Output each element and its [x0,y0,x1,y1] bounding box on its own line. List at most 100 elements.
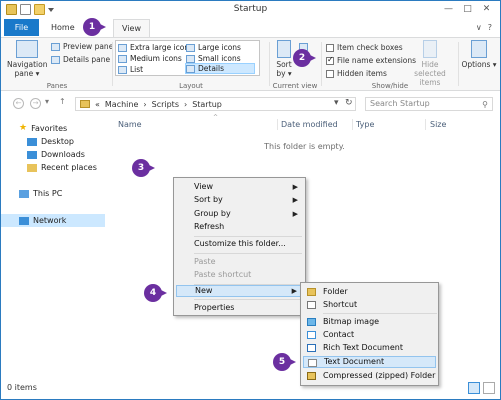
menu-item-view[interactable]: View ▶ [176,181,303,193]
navigation-pane-button[interactable]: Navigation pane ▾ [7,40,47,78]
panes-group-label: Panes [46,82,68,90]
preview-pane-button[interactable]: Preview pane [51,41,113,52]
menu-separator [194,253,302,254]
layout-large-icons[interactable]: Large icons [186,42,241,53]
small-icons-icon [186,54,195,63]
menu-item-view-label: View [194,182,213,191]
large-icons-view-icon[interactable] [483,382,495,394]
recent-locations-icon[interactable]: ▾ [45,97,49,106]
address-bar[interactable]: « Machine › Scripts › Startup [75,97,356,111]
breadcrumb-startup[interactable]: Startup [192,100,222,109]
forward-button[interactable]: → [30,98,41,109]
new-shortcut-item[interactable]: Shortcut [303,299,436,311]
sort-by-button[interactable]: Sort by ▾ [273,40,295,78]
computer-icon [19,189,29,198]
new-folder-item[interactable]: Folder [303,286,436,298]
nav-item-network[interactable]: Network [1,214,105,227]
explorer-window: Startup — □ ✕ File Home View ∨ ? Navigat… [0,0,501,400]
tab-view[interactable]: View [113,19,150,38]
preview-pane-icon [51,42,60,51]
hide-selected-items-button[interactable]: Hide selected items [410,40,450,87]
step-badge-1: 1 [83,18,109,36]
menu-item-new-label: New [195,286,213,295]
column-header-type[interactable]: Type [356,120,374,129]
medium-icons-label: Medium icons [130,54,182,63]
new-contact-item[interactable]: Contact [303,329,436,341]
breadcrumb-machine[interactable]: Machine [105,100,139,109]
layout-extra-large-icons[interactable]: Extra large icons [118,42,193,53]
up-button[interactable]: ↑ [59,97,66,106]
column-header-name[interactable]: Name [118,120,142,129]
column-header-date-modified[interactable]: Date modified [281,120,338,129]
nav-item-recent-places[interactable]: Recent places [27,163,97,172]
downloads-icon [27,150,37,159]
hidden-items-toggle[interactable]: Hidden items [326,68,387,79]
shortcut-icon [307,301,316,309]
details-pane-button[interactable]: Details pane [51,54,110,65]
menu-separator [323,313,437,314]
nav-item-favorites[interactable]: ★ Favorites [19,123,67,133]
nav-item-downloads[interactable]: Downloads [27,150,85,159]
large-icons-icon [186,43,195,52]
breadcrumb-separator-icon[interactable]: › [143,100,146,109]
new-bitmap-item[interactable]: Bitmap image [303,316,436,328]
tab-home[interactable]: Home [43,19,83,37]
sort-icon [277,40,291,58]
layout-medium-icons[interactable]: Medium icons [118,53,182,64]
new-text-document-item[interactable]: Text Document [303,356,436,368]
tab-file[interactable]: File [4,19,39,36]
breadcrumb-scripts[interactable]: Scripts [152,100,179,109]
options-button[interactable]: Options ▾ [461,40,497,69]
folder-icon [80,100,90,108]
menu-item-properties[interactable]: Properties [176,302,303,314]
search-input[interactable]: Search Startup ⚲ [365,97,493,111]
menu-item-group-by[interactable]: Group by ▶ [176,208,303,220]
ribbon-divider [458,42,459,86]
address-dropdown-icon[interactable]: ▾ [334,98,339,108]
new-rtf-item[interactable]: Rich Text Document [303,342,436,354]
column-divider[interactable] [352,119,353,130]
file-name-extensions-checkbox[interactable] [326,55,334,65]
item-count: 0 items [7,383,37,392]
hidden-items-checkbox[interactable] [326,69,334,78]
refresh-icon[interactable]: ↻ [345,98,353,108]
menu-item-paste[interactable]: Paste [176,256,303,268]
file-name-extensions-toggle[interactable]: File name extensions [326,55,416,66]
close-button[interactable]: ✕ [479,3,494,15]
column-divider[interactable] [425,119,426,130]
column-header-size[interactable]: Size [430,120,446,129]
details-icon [186,64,195,73]
minimize-button[interactable]: — [441,3,456,15]
layout-gallery: Extra large icons Large icons Medium ico… [115,40,260,76]
item-check-boxes-checkbox[interactable] [326,43,334,52]
column-divider[interactable] [277,119,278,130]
sort-indicator-icon: ^ [213,114,219,121]
help-icon[interactable]: ? [488,23,492,32]
badge-number: 2 [298,53,306,63]
menu-item-customize-folder[interactable]: Customize this folder... [176,238,303,250]
breadcrumb-overflow-icon[interactable]: « [95,100,100,109]
badge-number: 4 [149,288,157,298]
chevron-down-icon: ▾ [492,60,497,69]
layout-list[interactable]: List [118,64,143,75]
submenu-arrow-icon: ▶ [292,196,298,204]
show-hide-group: Item check boxes File name extensions Hi… [324,40,456,90]
item-check-boxes-toggle[interactable]: Item check boxes [326,42,403,53]
layout-details[interactable]: Details [185,63,255,74]
item-check-boxes-label: Item check boxes [337,43,403,52]
maximize-button[interactable]: □ [460,3,475,15]
desktop-label: Desktop [41,137,74,146]
menu-item-paste-shortcut[interactable]: Paste shortcut [176,269,303,281]
nav-item-this-pc[interactable]: This PC [19,189,62,198]
details-view-icon[interactable] [468,382,480,394]
menu-item-sort-by[interactable]: Sort by ▶ [176,194,303,206]
nav-item-desktop[interactable]: Desktop [27,137,74,146]
breadcrumb-separator-icon[interactable]: › [184,100,187,109]
this-pc-label: This PC [33,189,63,198]
menu-item-refresh[interactable]: Refresh [176,221,303,233]
collapse-ribbon-icon[interactable]: ∨ [476,23,482,32]
back-button[interactable]: ← [13,98,24,109]
menu-item-sort-by-label: Sort by [194,195,223,204]
step-badge-3: 3 [132,159,158,177]
menu-item-new[interactable]: New ▶ [176,285,303,297]
